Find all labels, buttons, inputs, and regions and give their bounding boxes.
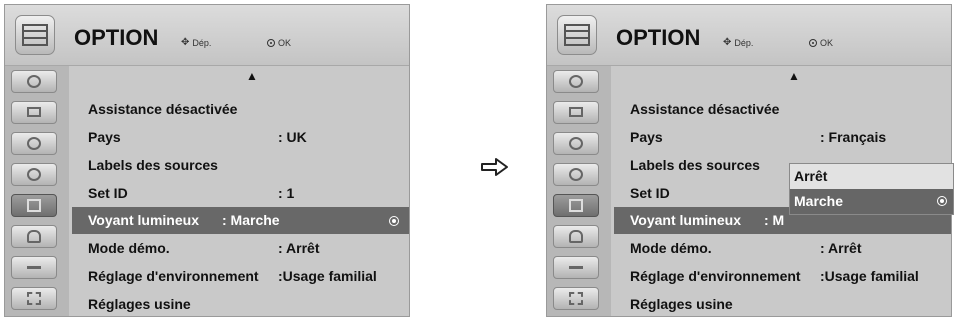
satellite-icon[interactable]	[11, 70, 57, 93]
dropdown-option-marche[interactable]: Marche	[790, 189, 953, 214]
picture-icon[interactable]	[11, 101, 57, 124]
lock-icon[interactable]	[11, 225, 57, 248]
list-item[interactable]: Réglages usine	[614, 291, 951, 318]
satellite-icon[interactable]	[553, 70, 599, 93]
ok-button-icon	[267, 39, 275, 47]
selected-radio-icon	[389, 216, 399, 226]
menu-title: OPTION	[616, 25, 701, 50]
audio-icon[interactable]	[11, 132, 57, 155]
option-list: ▲ Assistance désactivée Pays: UK Labels …	[72, 66, 409, 316]
lock-icon[interactable]	[553, 225, 599, 248]
selected-radio-icon	[937, 196, 947, 206]
option-menu-before: OPTION ✥ Dép. OK ▲ Assistance désactivée…	[4, 4, 410, 317]
option-category-icon[interactable]	[553, 194, 599, 217]
selected-list-item[interactable]: Voyant lumineux: Marche	[72, 207, 409, 234]
navigation-hint: ✥ Dép.	[181, 37, 212, 48]
ok-button-icon	[809, 39, 817, 47]
time-icon[interactable]	[11, 163, 57, 186]
voyant-dropdown: Arrêt Marche	[789, 163, 954, 215]
menu-header: OPTION ✥ Dép. OK	[5, 5, 409, 66]
transition-arrow-icon	[480, 156, 510, 183]
list-item[interactable]: Pays: Français	[614, 124, 951, 151]
picture-icon[interactable]	[553, 101, 599, 124]
time-icon[interactable]	[553, 163, 599, 186]
list-item[interactable]: Assistance désactivée	[614, 96, 951, 123]
option-menu-after: OPTION ✥ Dép. OK ▲ Assistance désactivée…	[546, 4, 952, 317]
dpad-icon: ✥	[181, 37, 190, 48]
list-item[interactable]: Mode démo.: Arrêt	[614, 235, 951, 262]
input-icon[interactable]	[553, 256, 599, 279]
usb-icon[interactable]	[11, 287, 57, 310]
list-item[interactable]: Réglages usine	[72, 291, 409, 318]
scroll-up-icon[interactable]: ▲	[788, 69, 800, 83]
list-item[interactable]: Labels des sources	[72, 152, 409, 179]
audio-icon[interactable]	[553, 132, 599, 155]
list-item[interactable]: Mode démo.: Arrêt	[72, 235, 409, 262]
ok-hint: OK	[809, 38, 833, 48]
list-item[interactable]: Réglage d'environnement:Usage familial	[614, 263, 951, 290]
list-item[interactable]: Set ID: 1	[72, 180, 409, 207]
option-icon	[557, 15, 597, 55]
menu-header: OPTION ✥ Dép. OK	[547, 5, 951, 66]
scroll-up-icon[interactable]: ▲	[246, 69, 258, 83]
ok-hint: OK	[267, 38, 291, 48]
option-icon	[15, 15, 55, 55]
list-item[interactable]: Assistance désactivée	[72, 96, 409, 123]
input-icon[interactable]	[11, 256, 57, 279]
category-sidebar	[547, 66, 611, 316]
menu-title: OPTION	[74, 25, 159, 50]
usb-icon[interactable]	[553, 287, 599, 310]
list-item[interactable]: Réglage d'environnement:Usage familial	[72, 263, 409, 290]
navigation-hint: ✥ Dép.	[723, 37, 754, 48]
category-sidebar	[5, 66, 69, 316]
list-item[interactable]: Pays: UK	[72, 124, 409, 151]
dropdown-option-arret[interactable]: Arrêt	[790, 164, 953, 189]
option-category-icon[interactable]	[11, 194, 57, 217]
dpad-icon: ✥	[723, 37, 732, 48]
